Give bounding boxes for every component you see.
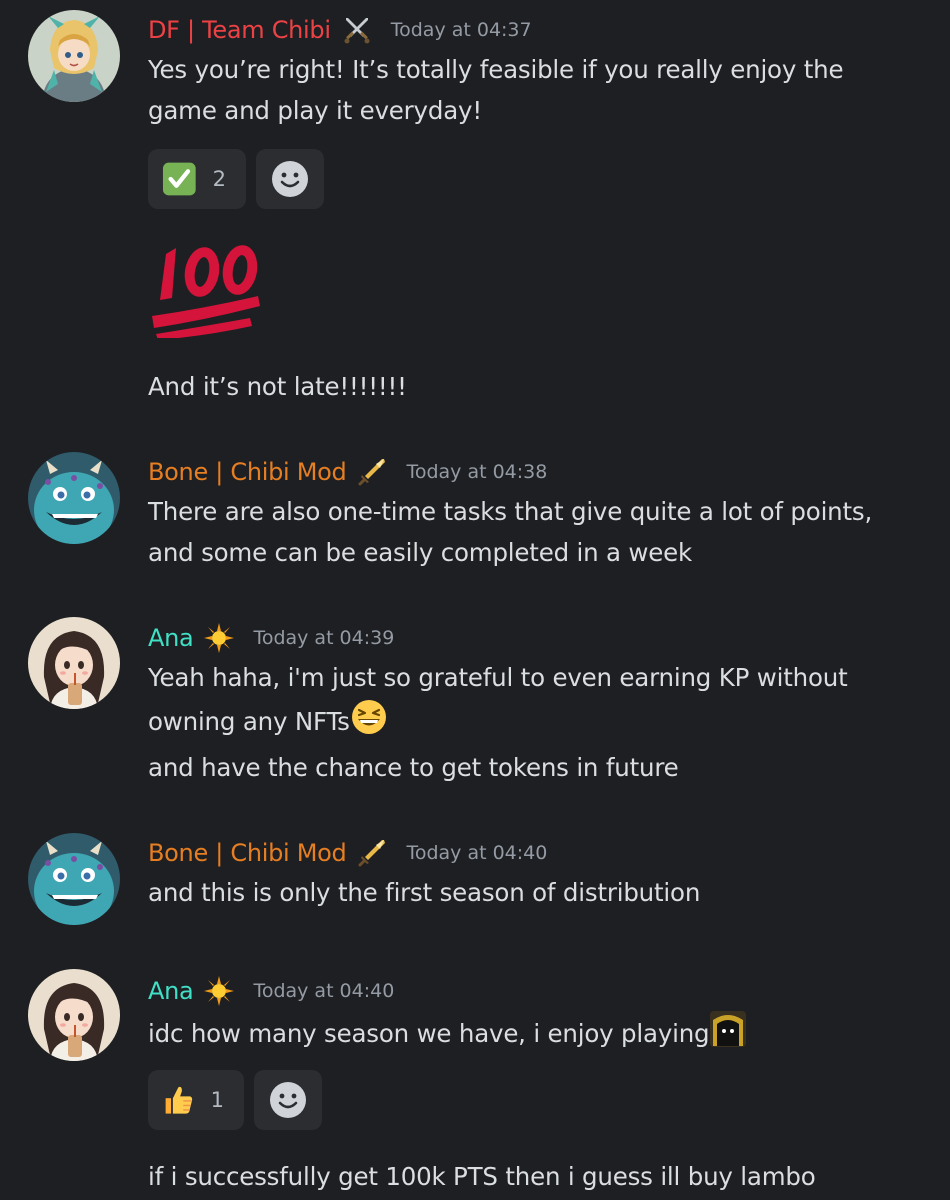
reactions-bar: 2: [148, 149, 324, 209]
avatar-df-team-chibi[interactable]: [28, 10, 120, 102]
reaction-count: 1: [210, 1088, 224, 1112]
reaction-thumbs-up[interactable]: 1: [148, 1070, 244, 1130]
sword-icon: [356, 456, 388, 488]
valkyrie-warrior-avatar-icon: [28, 10, 120, 102]
username[interactable]: Bone | Chibi Mod: [148, 458, 347, 486]
message-header: Bone | Chibi Mod Today at 04:38: [148, 454, 547, 490]
reaction-count: 2: [212, 167, 226, 191]
dark-hooded-character-emoji-icon: [710, 1011, 747, 1047]
check-mark-emoji-icon: [162, 162, 196, 196]
message-header: Bone | Chibi Mod Today at 04:40: [148, 835, 547, 871]
message-header: DF | Team Chibi Today at 04:37: [148, 12, 532, 48]
timestamp[interactable]: Today at 04:37: [391, 19, 532, 41]
message-text-line-with-emoji: idc how many season we have, i enjoy pla…: [148, 1010, 747, 1054]
add-reaction-button[interactable]: [256, 149, 324, 209]
avatar-ana[interactable]: [28, 969, 120, 1061]
thumbs-up-emoji-icon: [165, 1086, 193, 1114]
username[interactable]: Bone | Chibi Mod: [148, 839, 347, 867]
message-text: idc how many season we have, i enjoy pla…: [148, 1019, 710, 1048]
message-text-line: Yeah haha, i'm just so grateful to even …: [148, 663, 848, 692]
anime-girl-avatar-icon: [28, 969, 120, 1061]
message-text-line: There are also one-time tasks that give …: [148, 497, 873, 526]
timestamp[interactable]: Today at 04:39: [253, 627, 394, 649]
timestamp[interactable]: Today at 04:40: [406, 842, 547, 864]
message-text-line-with-emoji: owning any NFTs: [148, 698, 388, 742]
username[interactable]: Ana: [148, 624, 194, 652]
avatar-ana[interactable]: [28, 617, 120, 709]
sun-icon: [203, 622, 235, 654]
message-text-line: Yes you’re right! It’s totally feasible …: [148, 55, 844, 84]
message-header: Ana Today at 04:40: [148, 973, 394, 1009]
message-text-line: game and play it everyday!: [148, 96, 482, 125]
timestamp[interactable]: Today at 04:38: [406, 461, 547, 483]
add-reaction-button[interactable]: [254, 1070, 322, 1130]
message-header: Ana Today at 04:39: [148, 620, 394, 656]
blue-monster-avatar-icon: [28, 452, 120, 544]
username[interactable]: DF | Team Chibi: [148, 16, 331, 44]
grinning-squinting-emoji-icon: [351, 700, 386, 734]
message-text-line: And it’s not late!!!!!!!: [148, 372, 407, 401]
crossed-swords-icon: [341, 14, 373, 46]
reaction-check-mark[interactable]: 2: [148, 149, 246, 209]
avatar-bone-chibi-mod[interactable]: [28, 833, 120, 925]
hundred-points-emoji-icon: [152, 245, 260, 338]
message-text-line: and this is only the first season of dis…: [148, 878, 701, 907]
smiley-add-reaction-icon: [272, 161, 308, 197]
message-text: owning any NFTs: [148, 707, 350, 736]
username[interactable]: Ana: [148, 977, 194, 1005]
sword-icon: [356, 837, 388, 869]
message-text-line: if i successfully get 100k PTS then i gu…: [148, 1162, 816, 1191]
avatar-bone-chibi-mod[interactable]: [28, 452, 120, 544]
anime-girl-avatar-icon: [28, 617, 120, 709]
message-text-line: and some can be easily completed in a we…: [148, 538, 692, 567]
sun-icon: [203, 975, 235, 1007]
blue-monster-avatar-icon: [28, 833, 120, 925]
reactions-bar: 1: [148, 1070, 322, 1130]
smiley-add-reaction-icon: [270, 1082, 306, 1118]
message-text-line: and have the chance to get tokens in fut…: [148, 753, 679, 782]
timestamp[interactable]: Today at 04:40: [253, 980, 394, 1002]
